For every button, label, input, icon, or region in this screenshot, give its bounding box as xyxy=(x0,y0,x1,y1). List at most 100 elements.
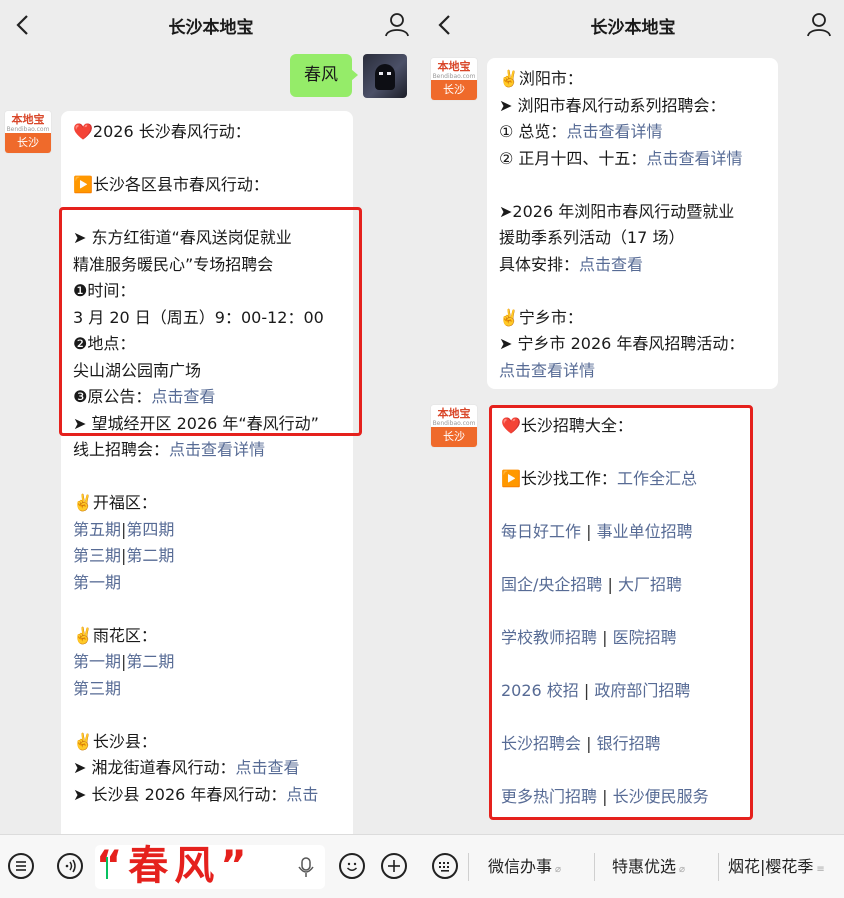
voice-icon xyxy=(65,859,76,873)
message-text: ➤ 东方红街道“春风送岗促就业 xyxy=(73,228,292,247)
chat-panel-left: 长沙本地宝 春风 本地宝 Bendibao.com 长沙 ❤️2026 长沙春风行… xyxy=(0,0,422,898)
mic-button[interactable] xyxy=(296,855,316,879)
link-text[interactable]: 第一期 xyxy=(73,652,121,671)
message-line: 第一期|第二期 xyxy=(73,649,341,676)
message-line: ❤️2026 长沙春风行动： xyxy=(73,119,341,146)
avatar-brand: 本地宝 Bendibao.com xyxy=(431,58,477,80)
account-avatar[interactable]: 本地宝 Bendibao.com 长沙 xyxy=(5,111,51,153)
emoji-button[interactable] xyxy=(339,853,365,879)
message-line: 长沙招聘会 | 银行招聘 xyxy=(501,731,741,758)
keyboard-toggle-button[interactable] xyxy=(432,853,458,879)
link-text[interactable]: 第二期 xyxy=(126,652,174,671)
message-text: 3 月 20 日（周五）9：00-12：00 xyxy=(73,307,324,327)
message-text: ▶️长沙找工作： xyxy=(501,469,617,488)
avatar-city: 长沙 xyxy=(431,427,477,447)
menu-item-special-offers[interactable]: 特惠优选 ⌀ xyxy=(612,835,685,898)
link-text[interactable]: 大厂招聘 xyxy=(618,575,682,594)
link-text[interactable]: 国企/央企招聘 xyxy=(501,575,602,594)
link-text[interactable]: 长沙便民服务 xyxy=(613,787,709,806)
message-line: 2026 校招 | 政府部门招聘 xyxy=(501,678,741,705)
link-text[interactable]: 点击查看 xyxy=(579,255,643,274)
message-line: 第一期 xyxy=(73,570,341,597)
link-text[interactable]: 医院招聘 xyxy=(613,628,677,647)
message-line: ➤ 长沙县 2026 年春风行动：点击 xyxy=(73,782,341,809)
menu-item-fireworks-cherry[interactable]: 烟花|樱花季 ≡ xyxy=(728,835,825,898)
message-line: 尖山湖公园南广场 xyxy=(73,358,341,385)
message-line: 学校教师招聘 | 医院招聘 xyxy=(501,625,741,652)
microphone-icon xyxy=(298,857,314,877)
link-text[interactable]: 第一期 xyxy=(73,573,121,592)
link-text[interactable]: 事业单位招聘 xyxy=(597,522,693,541)
link-text[interactable]: 工作全汇总 xyxy=(617,469,697,488)
link-text[interactable]: 点击查看 xyxy=(151,387,215,406)
menu-toggle-button[interactable] xyxy=(8,853,34,879)
input-text: “春风” xyxy=(96,843,253,889)
list-menu-icon xyxy=(16,861,26,871)
profile-button[interactable] xyxy=(382,10,412,40)
user-profile-icon xyxy=(807,13,831,37)
link-text[interactable]: 第二期 xyxy=(126,546,174,565)
link-text[interactable]: 政府部门招聘 xyxy=(594,681,690,700)
account-avatar[interactable]: 本地宝 Bendibao.com 长沙 xyxy=(431,405,477,447)
profile-button[interactable] xyxy=(804,10,834,40)
input-bar: “春风” xyxy=(0,834,422,898)
separator: | xyxy=(581,734,597,753)
separator: | xyxy=(597,787,613,806)
message-text: ✌️长沙县： xyxy=(73,731,157,751)
menu-bar: 微信办事 ⌀ 特惠优选 ⌀ 烟花|樱花季 ≡ xyxy=(422,834,844,898)
avatar-brand: 本地宝 Bendibao.com xyxy=(431,405,477,427)
message-text: 援助季系列活动（17 场） xyxy=(499,228,685,247)
message-text: ① 总览： xyxy=(499,122,567,141)
message-line: ➤2026 年浏阳市春风行动暨就业 xyxy=(499,199,766,226)
separator: | xyxy=(578,681,595,700)
user-avatar[interactable] xyxy=(363,54,407,98)
message-text: ❤️长沙招聘大全： xyxy=(501,416,633,435)
message-line: 精准服务暖民心”专场招聘会 xyxy=(73,252,341,279)
message-line: 第五期|第四期 xyxy=(73,517,341,544)
link-text[interactable]: 第五期 xyxy=(73,520,121,539)
message-text: 线上招聘会： xyxy=(73,440,170,459)
link-text[interactable]: 点击查看详情 xyxy=(566,122,662,141)
link-text[interactable]: 第四期 xyxy=(126,520,174,539)
link-text[interactable]: 银行招聘 xyxy=(597,734,661,753)
link-text[interactable]: 学校教师招聘 xyxy=(501,628,597,647)
link-text[interactable]: 点击查看详情 xyxy=(646,149,742,168)
link-text[interactable]: 第三期 xyxy=(73,679,121,698)
message-line: 每日好工作 | 事业单位招聘 xyxy=(501,519,741,546)
text-cursor xyxy=(106,857,108,879)
message-text: ➤ 长沙县 2026 年春风行动： xyxy=(73,784,287,804)
message-line: 援助季系列活动（17 场） xyxy=(499,225,766,252)
message-line: ✌️浏阳市： xyxy=(499,66,766,93)
message-line: ② 正月十四、十五：点击查看详情 xyxy=(499,146,766,173)
message-line: ❤️长沙招聘大全： xyxy=(501,413,741,440)
avatar-city: 长沙 xyxy=(431,80,477,100)
voice-button[interactable] xyxy=(57,853,83,879)
link-text[interactable]: 点击查看详情 xyxy=(169,440,265,459)
message-text: ➤ 浏阳市春风行动系列招聘会： xyxy=(499,95,726,115)
message-text: ❷地点： xyxy=(73,334,136,353)
message-line: ➤ 浏阳市春风行动系列招聘会： xyxy=(499,93,766,120)
link-text[interactable]: 点击 xyxy=(286,785,318,804)
link-text[interactable]: 点击查看详情 xyxy=(499,361,595,380)
link-text[interactable]: 第三期 xyxy=(73,546,121,565)
menu-item-wechat-services[interactable]: 微信办事 ⌀ xyxy=(488,835,561,898)
separator: | xyxy=(581,522,597,541)
message-line: ✌️长沙县： xyxy=(73,729,341,756)
add-button[interactable] xyxy=(381,853,407,879)
keyboard-icon xyxy=(439,862,449,872)
link-text[interactable]: 更多热门招聘 xyxy=(501,787,597,806)
separator: | xyxy=(602,575,618,594)
link-text[interactable]: 2026 校招 xyxy=(501,681,579,700)
link-text[interactable]: 长沙招聘会 xyxy=(501,734,581,753)
message-line: ❷地点： xyxy=(73,331,341,358)
avatar-figure xyxy=(375,64,395,90)
message-line: ▶️长沙各区县市春风行动： xyxy=(73,172,341,199)
link-text[interactable]: 点击查看 xyxy=(236,758,300,777)
add-circle-icon xyxy=(388,860,400,872)
account-avatar[interactable]: 本地宝 Bendibao.com 长沙 xyxy=(431,58,477,100)
link-text[interactable]: 每日好工作 xyxy=(501,522,581,541)
